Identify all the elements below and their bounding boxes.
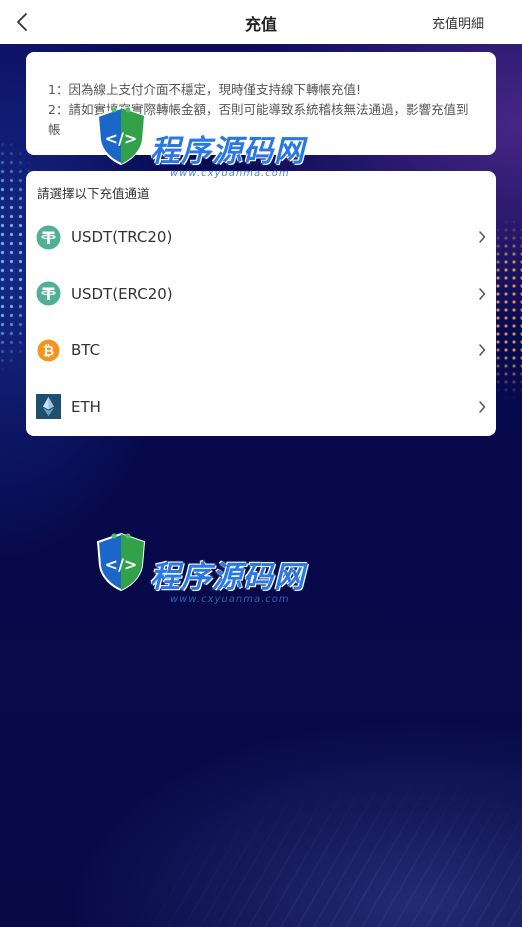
channel-label: USDT(TRC20) xyxy=(71,228,173,247)
chevron-right-icon xyxy=(477,343,487,357)
channel-item-btc[interactable]: ₿ BTC xyxy=(26,322,496,379)
channel-label: BTC xyxy=(71,341,101,360)
chevron-right-icon xyxy=(477,287,487,301)
chevron-right-icon xyxy=(477,230,487,244)
recharge-history-link[interactable]: 充值明細 xyxy=(432,13,484,32)
chevron-right-icon xyxy=(477,400,487,414)
top-nav-bar: 充值 充值明細 xyxy=(0,0,522,44)
channel-list: USDT(TRC20) USDT(ERC20) ₿ BTC ETH xyxy=(26,209,496,435)
btc-icon: ₿ xyxy=(36,338,61,363)
usdt-icon xyxy=(36,281,61,306)
usdt-icon xyxy=(36,225,61,250)
channel-item-usdt-trc20[interactable]: USDT(TRC20) xyxy=(26,209,496,266)
channel-label: ETH xyxy=(71,397,101,416)
notice-card: 1：因為線上支付介面不穩定，現時僅支持線下轉帳充值! 2：請如實填寫實際轉帳金額… xyxy=(26,52,496,155)
background-streaks xyxy=(0,684,522,927)
channel-item-usdt-erc20[interactable]: USDT(ERC20) xyxy=(26,266,496,323)
channel-label: USDT(ERC20) xyxy=(71,284,173,303)
notice-line-2: 2：請如實填寫實際轉帳金額，否則可能導致系統稽核無法通過，影響充值到帳 xyxy=(48,102,469,137)
channel-item-eth[interactable]: ETH xyxy=(26,379,496,436)
notice-line-1: 1：因為線上支付介面不穩定，現時僅支持線下轉帳充值! xyxy=(48,82,361,97)
channel-heading: 請選擇以下充值通道 xyxy=(37,186,150,201)
eth-icon xyxy=(36,394,61,420)
channel-card: 請選擇以下充值通道 USDT(TRC20) USDT(ERC20) ₿ BTC … xyxy=(26,171,496,436)
svg-text:₿: ₿ xyxy=(43,343,54,359)
